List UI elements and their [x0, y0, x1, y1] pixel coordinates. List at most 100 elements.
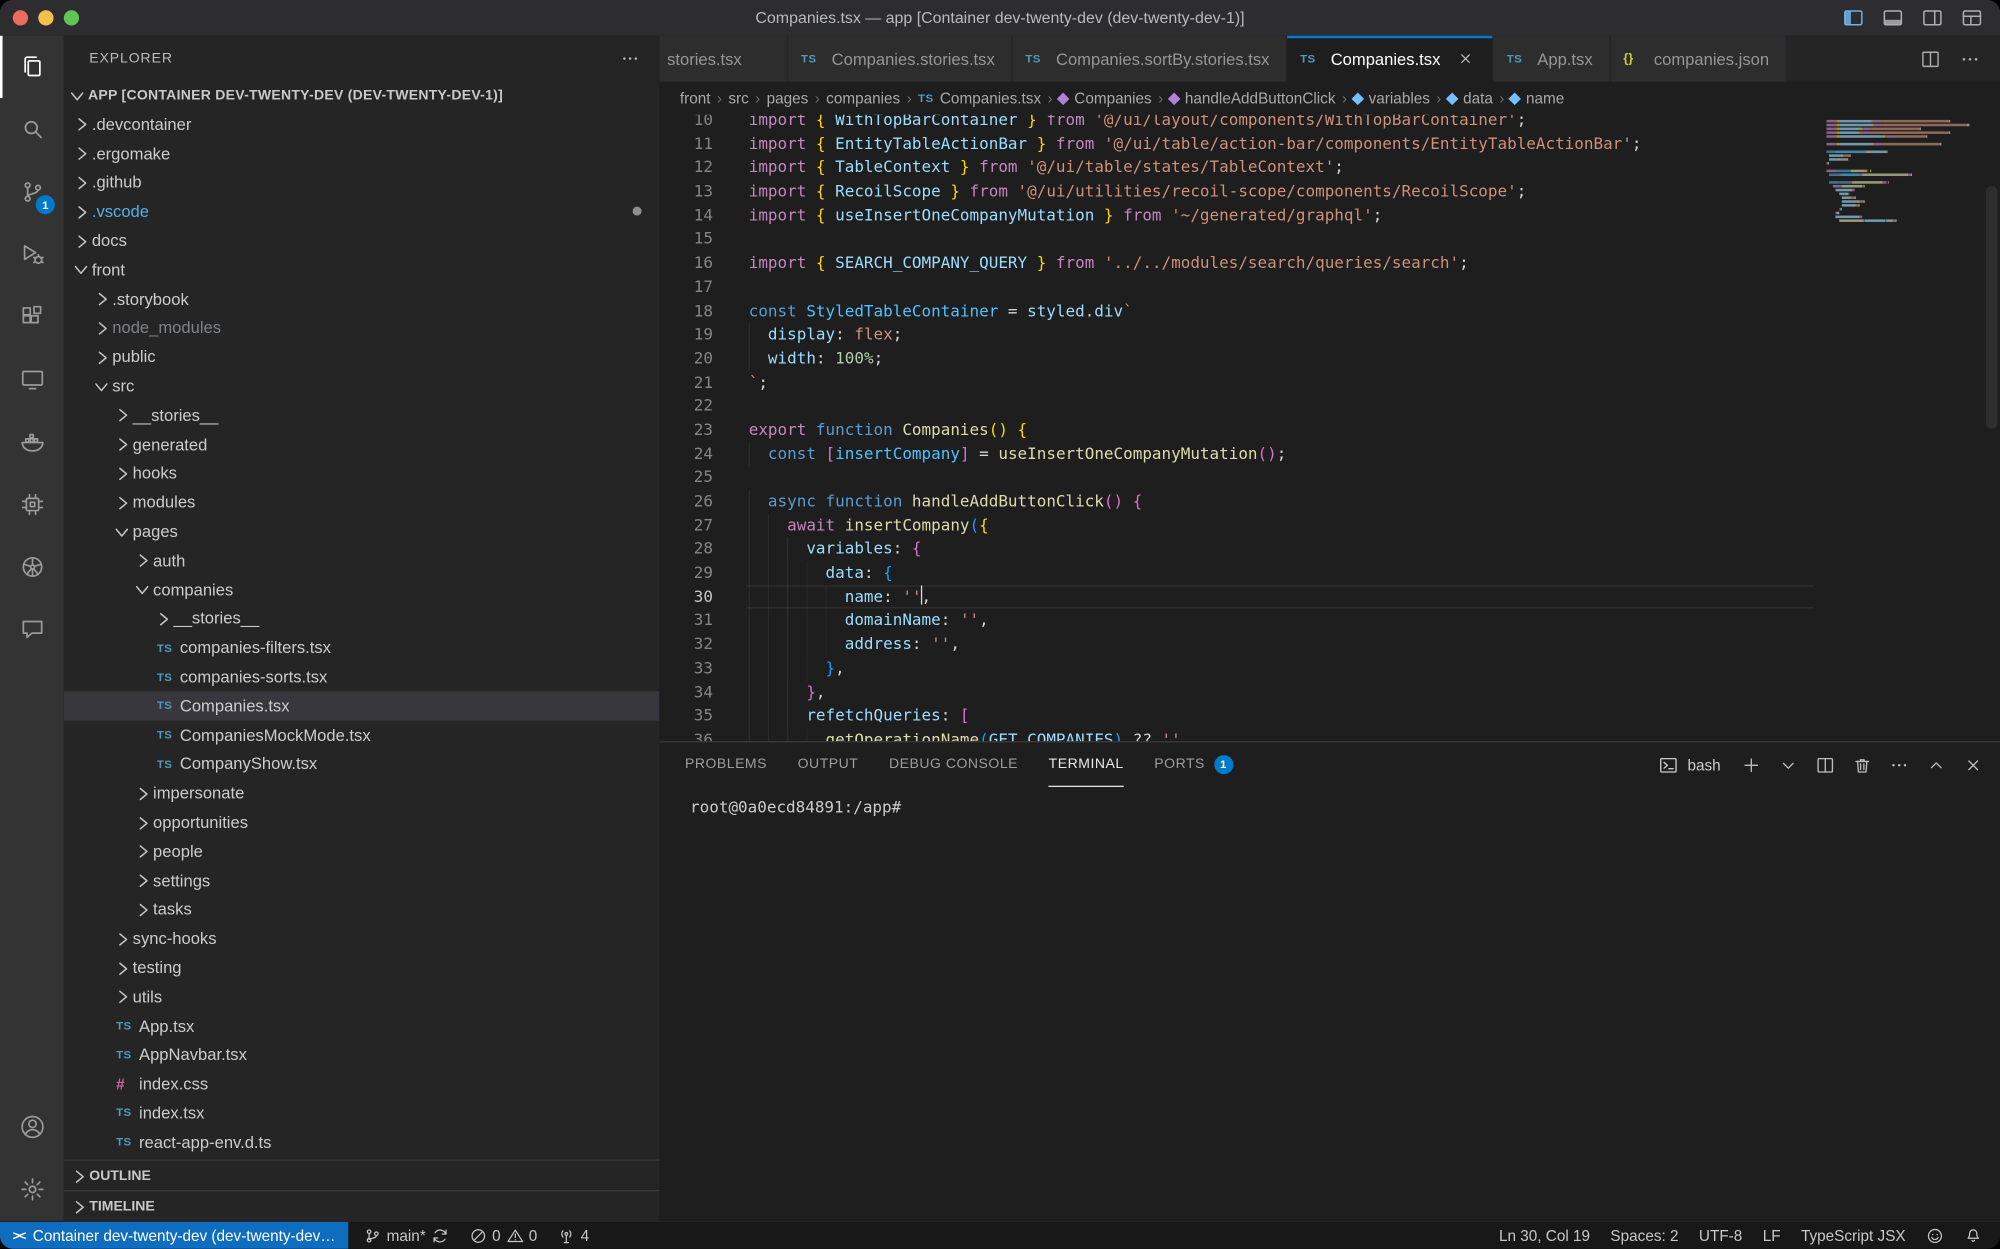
panel-tab-debug-console[interactable]: DEBUG CONSOLE: [889, 742, 1018, 787]
breadcrumb-Companies.tsx[interactable]: TSCompanies.tsx: [918, 89, 1041, 107]
status-eol[interactable]: LF: [1763, 1227, 1781, 1245]
tree-file-companies-sorts.tsx[interactable]: TScompanies-sorts.tsx: [64, 662, 660, 691]
explorer-more-actions-icon[interactable]: [619, 47, 642, 70]
tree-file-companies-filters.tsx[interactable]: TScompanies-filters.tsx: [64, 633, 660, 662]
layout-panel-icon[interactable]: [1880, 5, 1906, 31]
breadcrumb-data[interactable]: data: [1448, 89, 1493, 107]
activity-item-extensions[interactable]: [0, 286, 64, 349]
zoom-window-button[interactable]: [64, 10, 79, 25]
tab-Companies.sortBy.stories.tsx[interactable]: TSCompanies.sortBy.stories.tsx: [1013, 36, 1288, 82]
tree-folder-auth[interactable]: auth: [64, 546, 660, 575]
close-tab-icon[interactable]: [1456, 48, 1476, 68]
minimize-window-button[interactable]: [38, 10, 53, 25]
activity-item-remote-explorer[interactable]: [0, 348, 64, 411]
tree-file-react-app-env.d.ts[interactable]: TSreact-app-env.d.ts: [64, 1127, 660, 1156]
tab-stories.tsx[interactable]: stories.tsx: [659, 36, 788, 82]
tree-file-Companies.tsx[interactable]: TSCompanies.tsx: [64, 691, 660, 720]
tree-folder-modules[interactable]: modules: [64, 488, 660, 517]
tree-file-CompanyShow.tsx[interactable]: TSCompanyShow.tsx: [64, 749, 660, 778]
tree-folder-hooks[interactable]: hooks: [64, 459, 660, 488]
status-problems[interactable]: 00: [469, 1227, 537, 1245]
more-icon[interactable]: [1888, 753, 1911, 776]
tree-folder-.ergomake[interactable]: .ergomake: [64, 139, 660, 168]
tree-folder-.vscode[interactable]: .vscode: [64, 197, 660, 226]
tree-file-App.tsx[interactable]: TSApp.tsx: [64, 1011, 660, 1040]
activity-item-source-control[interactable]: 1: [0, 161, 64, 224]
maximize-panel-icon[interactable]: [1925, 753, 1948, 776]
minimap[interactable]: [1827, 120, 1980, 223]
breadcrumb-variables[interactable]: variables: [1353, 89, 1430, 107]
activity-item-settings[interactable]: [0, 1158, 64, 1221]
tree-folder-impersonate[interactable]: impersonate: [64, 778, 660, 807]
dropdown-icon[interactable]: [1777, 753, 1800, 776]
breadcrumb-name[interactable]: name: [1511, 89, 1565, 107]
tree-folder-people[interactable]: people: [64, 837, 660, 866]
workspace-section-header[interactable]: APP [CONTAINER DEV-TWENTY-DEV (DEV-TWENT…: [64, 80, 660, 109]
tree-folder-node_modules[interactable]: node_modules: [64, 313, 660, 342]
tree-folder-opportunities[interactable]: opportunities: [64, 808, 660, 837]
status-ports[interactable]: 4: [558, 1227, 589, 1245]
tree-folder-src[interactable]: src: [64, 371, 660, 400]
status-language-mode[interactable]: TypeScript JSX: [1801, 1227, 1906, 1245]
activity-item-kubernetes[interactable]: [0, 536, 64, 599]
tree-folder-generated[interactable]: generated: [64, 430, 660, 459]
split-panel-icon[interactable]: [1814, 753, 1837, 776]
activity-item-run-and-debug[interactable]: [0, 223, 64, 286]
status-encoding[interactable]: UTF-8: [1699, 1227, 1742, 1245]
tree-folder-sync-hooks[interactable]: sync-hooks: [64, 924, 660, 953]
layout-sidebar-left-icon[interactable]: [1841, 5, 1867, 31]
close-panel-icon[interactable]: [1962, 753, 1985, 776]
terminal-view[interactable]: root@0a0ecd84891:/app#: [659, 787, 2000, 1221]
sidebar-section-timeline[interactable]: TIMELINE: [64, 1190, 660, 1221]
panel-tab-problems[interactable]: PROBLEMS: [685, 742, 767, 787]
tree-file-AppNavbar.tsx[interactable]: TSAppNavbar.tsx: [64, 1040, 660, 1069]
activity-item-explorer[interactable]: [0, 36, 64, 99]
layout-customize-icon[interactable]: [1959, 5, 1985, 31]
tree-folder-.github[interactable]: .github: [64, 168, 660, 197]
close-window-button[interactable]: [13, 10, 28, 25]
tree-file-index.css[interactable]: #index.css: [64, 1069, 660, 1098]
tree-folder-pages[interactable]: pages: [64, 517, 660, 546]
panel-tab-output[interactable]: OUTPUT: [798, 742, 859, 787]
more-icon[interactable]: [1958, 47, 1982, 71]
tree-folder-.devcontainer[interactable]: .devcontainer: [64, 110, 660, 139]
tree-file-index.tsx[interactable]: TSindex.tsx: [64, 1098, 660, 1127]
breadcrumb-handleAddButtonClick[interactable]: handleAddButtonClick: [1170, 89, 1336, 107]
tree-folder-testing[interactable]: testing: [64, 953, 660, 982]
editor-scrollbar[interactable]: [1986, 186, 1997, 428]
trash-icon[interactable]: [1851, 753, 1874, 776]
tree-folder-__stories__[interactable]: __stories__: [64, 400, 660, 429]
status-cursor-position[interactable]: Ln 30, Col 19: [1499, 1227, 1590, 1245]
tree-folder-settings[interactable]: settings: [64, 866, 660, 895]
activity-item-dev-container[interactable]: [0, 473, 64, 536]
new-terminal-icon[interactable]: [1740, 753, 1763, 776]
remote-indicator[interactable]: >< Container dev-twenty-dev (dev-twenty-…: [0, 1222, 348, 1249]
code-editor[interactable]: 10import { WithTopBarContainer } from '@…: [659, 115, 2000, 741]
sidebar-section-outline[interactable]: OUTLINE: [64, 1159, 660, 1190]
tab-companies.json[interactable]: {}companies.json: [1610, 36, 1786, 82]
tree-folder-utils[interactable]: utils: [64, 982, 660, 1011]
tab-Companies.stories.tsx[interactable]: TSCompanies.stories.tsx: [788, 36, 1012, 82]
tab-App.tsx[interactable]: TSApp.tsx: [1494, 36, 1611, 82]
tree-folder-tasks[interactable]: tasks: [64, 895, 660, 924]
status-feedback[interactable]: [1926, 1227, 1944, 1245]
breadcrumb-Companies[interactable]: Companies: [1059, 89, 1152, 107]
tab-Companies.tsx[interactable]: TSCompanies.tsx: [1287, 36, 1494, 82]
activity-item-search[interactable]: [0, 98, 64, 160]
breadcrumb-src[interactable]: src: [728, 89, 748, 107]
status-branch[interactable]: main*: [364, 1227, 449, 1245]
tree-folder-docs[interactable]: docs: [64, 226, 660, 255]
layout-sidebar-right-icon[interactable]: [1920, 5, 1946, 31]
activity-item-chat[interactable]: [0, 598, 64, 661]
panel-tab-terminal[interactable]: TERMINAL: [1049, 742, 1124, 787]
tree-folder-public[interactable]: public: [64, 342, 660, 371]
panel-tab-ports[interactable]: PORTS1: [1154, 742, 1233, 787]
tree-folder-front[interactable]: front: [64, 255, 660, 284]
breadcrumb-pages[interactable]: pages: [767, 89, 809, 107]
breadcrumb-companies[interactable]: companies: [826, 89, 900, 107]
status-notifications[interactable]: [1964, 1227, 1982, 1245]
tree-folder-companies[interactable]: companies: [64, 575, 660, 604]
status-indentation[interactable]: Spaces: 2: [1610, 1227, 1678, 1245]
tree-file-CompaniesMockMode.tsx[interactable]: TSCompaniesMockMode.tsx: [64, 720, 660, 749]
split-editor-icon[interactable]: [1918, 47, 1942, 71]
